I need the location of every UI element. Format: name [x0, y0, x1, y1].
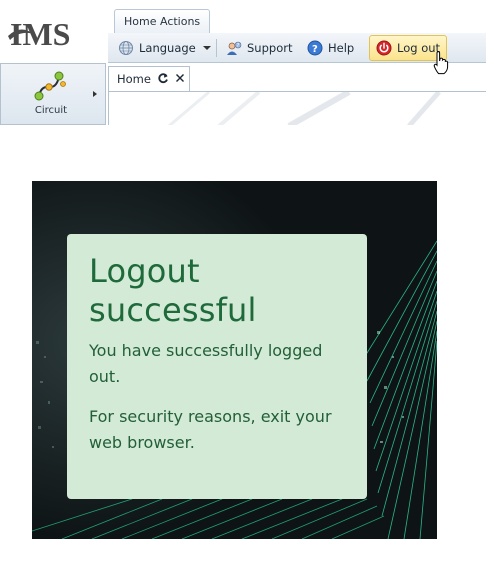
sidebar-item-label: Circuit: [34, 105, 68, 116]
toolbar-divider: [216, 39, 217, 57]
logout-panel: Logout successful You have successfully …: [32, 181, 437, 539]
document-tab-bar: Home: [108, 63, 486, 92]
sidebar: Circuit: [0, 63, 106, 125]
security-message: For security reasons, exit your web brow…: [89, 407, 332, 452]
ims-logo: IMS: [6, 12, 102, 56]
globe-icon: [118, 40, 134, 56]
chevron-right-icon: [93, 91, 97, 97]
background-pattern: [168, 92, 441, 125]
home-content-frame: [108, 91, 486, 125]
logout-message: You have successfully logged out.: [89, 341, 323, 386]
logout-title: Logout successful: [89, 252, 257, 329]
ribbon-tab-strip: Home Actions: [108, 0, 486, 34]
language-label: Language: [139, 41, 196, 55]
help-icon: ?: [307, 40, 323, 56]
help-button[interactable]: ? Help: [301, 36, 360, 60]
power-icon: [376, 40, 392, 56]
logout-card: Logout successful You have successfully …: [67, 234, 367, 499]
page: IMS Home Actions Language ? Support ? He…: [0, 0, 486, 581]
app-header: IMS Home Actions Language ? Support ? He…: [0, 0, 486, 125]
tab-home-label: Home: [117, 72, 151, 86]
svg-text:?: ?: [237, 43, 240, 49]
svg-text:?: ?: [312, 44, 318, 55]
sidebar-item-circuit[interactable]: Circuit: [1, 64, 105, 124]
close-icon[interactable]: [175, 72, 185, 86]
language-button[interactable]: Language: [112, 36, 217, 60]
refresh-icon[interactable]: [157, 72, 169, 87]
support-icon: ?: [226, 40, 242, 56]
toolbar: Language ? Support ? Help Log out: [108, 33, 486, 63]
circuit-icon: [33, 70, 67, 102]
support-label: Support: [247, 41, 293, 55]
tab-home[interactable]: Home: [108, 66, 190, 92]
tab-home-actions[interactable]: Home Actions: [114, 9, 211, 34]
support-button[interactable]: ? Support: [220, 36, 298, 60]
help-label: Help: [328, 41, 355, 55]
chevron-down-icon: [202, 46, 211, 50]
